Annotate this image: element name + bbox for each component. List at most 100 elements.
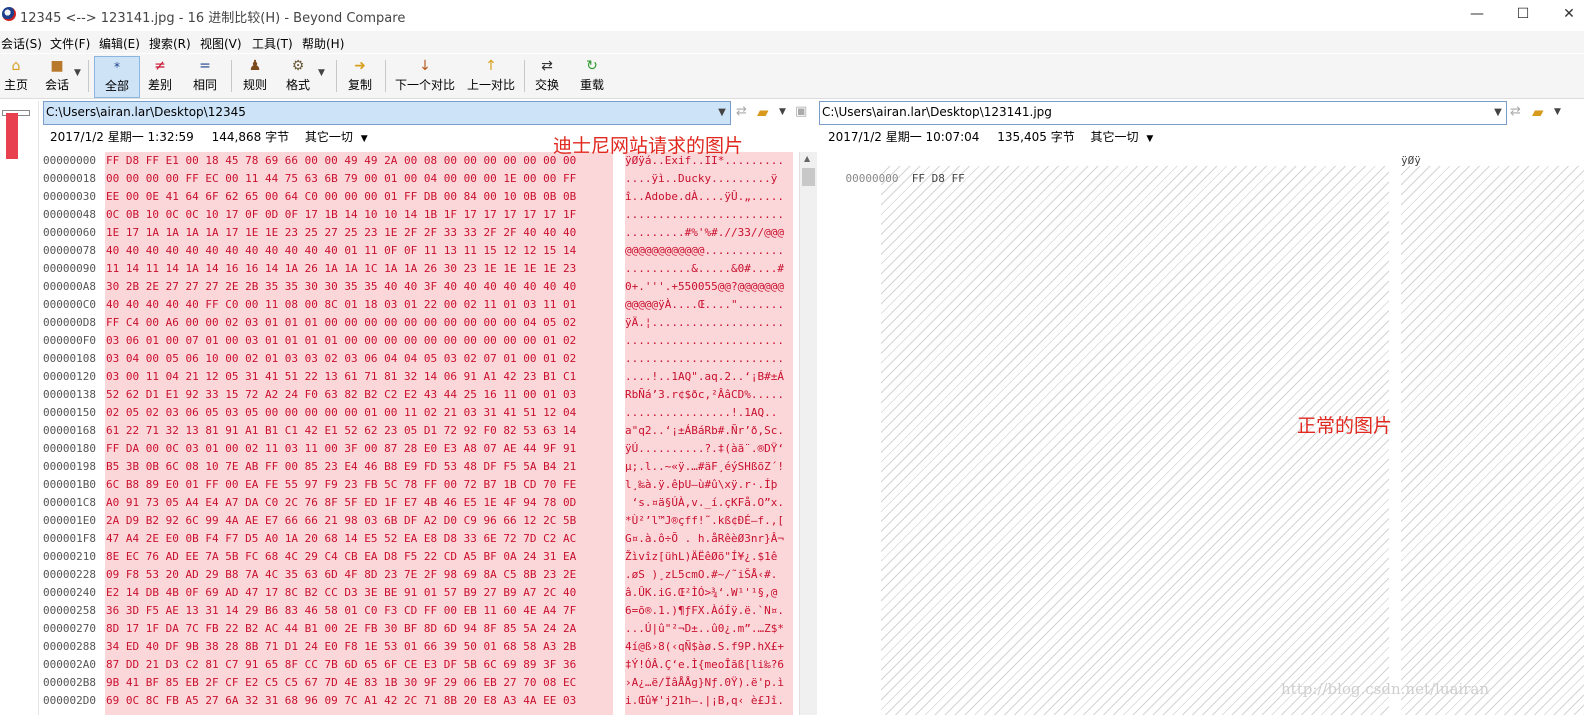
hex-address: 00000000: [43, 154, 96, 167]
home-button[interactable]: ⌂ 主页: [2, 56, 30, 96]
hex-row: 00000018 00 00 00 00 FF EC 00 11 44 75 63…: [43, 170, 576, 188]
hex-bytes: 02 05 02 03 06 05 03 05 00 00 00 00 00 0…: [106, 406, 577, 419]
right-annotation: 正常的图片: [1297, 415, 1393, 437]
hex-text: â.ÛK.i­G.Œ²ÌÓ>¾‘.W¹'¹§,@: [625, 586, 778, 599]
chevron-down-icon[interactable]: ▼: [1146, 134, 1153, 144]
hex-row: 00000258 36 3D F5 AE 13 31 14 29 B6 83 46…: [43, 602, 576, 620]
right-file-date: 2017/1/2 星期一 10:07:04: [828, 130, 980, 144]
rules-button[interactable]: ♟ 规则: [241, 56, 269, 96]
hex-bytes: 03 04 00 05 06 10 00 02 01 03 03 02 03 0…: [106, 352, 577, 365]
arrow-up-icon: ↑: [485, 58, 497, 74]
hex-text: RbÑá’3.r¢$ðc‚²ÂâCD%.....: [625, 388, 784, 401]
hex-bytes: 03 00 11 04 21 12 05 31 41 51 22 13 61 7…: [106, 370, 577, 383]
equals-icon: =: [199, 58, 211, 74]
hex-row: 00000090 11 14 11 14 1A 14 16 16 14 1A 26…: [43, 260, 576, 278]
hex-text: µ;.l..~«ÿ.…#äF¸éýSHßõZ´!: [625, 460, 784, 473]
hex-text: ÿØÿ: [1401, 154, 1421, 167]
left-other-dropdown[interactable]: 其它一切: [305, 130, 353, 144]
left-scroll-thumb[interactable]: [802, 168, 815, 186]
hex-row: 00000210 8E EC 76 AD EE 7A 5B FC 68 4C 29…: [43, 548, 576, 566]
hex-text: Žìv­îz[ühL)ÄËêØõ"Í¥¿.$1ê: [625, 550, 778, 563]
chevron-down-icon[interactable]: ▼: [779, 107, 786, 117]
prev-diff-button[interactable]: ↑ 上一对比: [466, 56, 516, 96]
hex-row: 00000228 09 F8 53 20 AD 29 B8 7A 4C 35 63…: [43, 566, 576, 584]
menu-help[interactable]: 帮助(H): [302, 35, 344, 52]
hex-bytes: EE 00 0E 41 64 6F 62 65 00 64 C0 00 00 0…: [106, 190, 577, 203]
hex-row: 000002D0 69 0C 8C FB A5 27 6A 32 31 68 96…: [43, 692, 576, 710]
hex-address: 00000030: [43, 190, 96, 203]
hex-bytes: 40 40 40 40 40 FF C0 00 11 08 00 8C 01 1…: [106, 298, 577, 311]
next-diff-button[interactable]: ↓ 下一个对比: [394, 56, 456, 96]
hex-address: 00000048: [43, 208, 96, 221]
hex-row: 000002A0 87 DD 21 D3 C2 81 C7 91 65 8F CC…: [43, 656, 576, 674]
arrow-down-icon: ↓: [419, 58, 431, 74]
hex-address: 00000288: [43, 640, 96, 653]
hex-text: ...Ú|û"²¬D±..û0¿.m”.…Z$*: [625, 622, 784, 635]
save-icon[interactable]: ▣: [795, 104, 807, 119]
hex-text: ................!.1AQ..: [625, 406, 778, 419]
hex-text: ÿÄ.¦....................: [625, 316, 784, 329]
menu-file[interactable]: 文件(F): [50, 35, 90, 52]
show-all-button[interactable]: * 全部: [94, 56, 140, 98]
show-diffs-label: 差别: [147, 78, 172, 92]
copy-button[interactable]: ➜ 复制: [346, 56, 374, 96]
session-dropdown-icon[interactable]: ▼: [74, 68, 81, 78]
format-dropdown-icon[interactable]: ▼: [318, 68, 325, 78]
hex-address: 00000168: [43, 424, 96, 437]
right-path-field[interactable]: C:\Users\airan.lar\Desktop\123141.jpg ▼: [819, 101, 1507, 125]
swap-sides-icon[interactable]: ⇄: [736, 104, 747, 119]
menu-tools[interactable]: 工具(T): [252, 35, 293, 52]
hex-bytes: 34 ED 40 DF 9B 38 28 8B 71 D1 24 E0 F8 1…: [106, 640, 577, 653]
hex-bytes: 09 F8 53 20 AD 29 B8 7A 4C 35 63 6D 4F 8…: [106, 568, 577, 581]
hex-row: 00000138 52 62 D1 E1 92 33 15 72 A2 24 F0…: [43, 386, 576, 404]
window-title: 12345 <--> 123141.jpg - 16 进制比较(H) - Bey…: [20, 11, 406, 26]
toolbar-separator: [385, 60, 386, 92]
folder-open-icon[interactable]: ▰: [757, 103, 769, 121]
left-path-field[interactable]: C:\Users\airan.lar\Desktop\12345 ▼: [43, 101, 731, 125]
hex-row: 000000F0 03 06 01 00 07 01 00 03 01 01 01…: [43, 332, 576, 350]
menu-search[interactable]: 搜索(R): [149, 35, 191, 52]
hex-text: î..Adobe.dÀ....ÿÛ.„.....: [625, 190, 784, 203]
close-button[interactable]: ✕: [1554, 4, 1584, 24]
right-hex-pane[interactable]: 00000000 FF D8 FF ÿØÿ: [819, 152, 1584, 715]
menu-edit[interactable]: 编辑(E): [99, 35, 140, 52]
menu-view[interactable]: 视图(V): [200, 35, 242, 52]
hex-bytes: 61 22 71 32 13 81 91 A1 B1 C1 42 E1 52 6…: [106, 424, 577, 437]
swap-label: 交换: [534, 78, 559, 92]
show-diffs-button[interactable]: ≠ 差别: [146, 56, 174, 96]
session-button[interactable]: ■ 会话: [42, 56, 72, 96]
hex-text: ..........&.....&0#....#: [625, 262, 784, 275]
folder-open-icon[interactable]: ▰: [1532, 103, 1544, 121]
minimize-button[interactable]: —: [1462, 4, 1492, 24]
show-same-button[interactable]: = 相同: [191, 56, 219, 96]
hex-row: 00000240 E2 14 DB 4B 0F 69 AD 47 17 8C B2…: [43, 584, 576, 602]
overview-gutter[interactable]: [0, 101, 39, 715]
hex-text: 4í@ß›8(‹qÑ$àø.S.f9P.hX£+: [625, 640, 784, 653]
right-other-dropdown[interactable]: 其它一切: [1091, 130, 1139, 144]
chevron-down-icon[interactable]: ▼: [714, 102, 730, 124]
hex-row: 00000168 61 22 71 32 13 81 91 A1 B1 C1 42…: [43, 422, 576, 440]
hex-bytes: 69 0C 8C FB A5 27 6A 32 31 68 96 09 7C A…: [106, 694, 577, 707]
hex-row: 00000000 FF D8 FF E1 00 18 45 78 69 66 00…: [43, 152, 576, 170]
chevron-down-icon[interactable]: ▼: [1554, 107, 1561, 117]
chevron-down-icon[interactable]: ▼: [1490, 102, 1506, 124]
session-label: 会话: [44, 78, 69, 92]
watermark: http://blog.csdn.net/luairan: [1281, 680, 1490, 698]
chevron-down-icon[interactable]: ▼: [361, 134, 368, 144]
hex-bytes: E2 14 DB 4B 0F 69 AD 47 17 8C B2 CC D3 3…: [106, 586, 577, 599]
scroll-up-icon[interactable]: ▲: [804, 154, 810, 163]
reload-button[interactable]: ↻ 重载: [578, 56, 606, 96]
swap-sides-icon[interactable]: ⇄: [1510, 104, 1521, 119]
menu-session[interactable]: 会话(S): [1, 35, 42, 52]
swap-button[interactable]: ⇄ 交换: [533, 56, 561, 96]
maximize-button[interactable]: ☐: [1508, 4, 1538, 24]
left-hex-pane[interactable]: 00000000 FF D8 FF E1 00 18 45 78 69 66 00…: [43, 152, 799, 715]
hex-address: 000001F8: [43, 532, 96, 545]
hex-row: 00000270 8D 17 1F DA 7C FB 22 B2 AC 44 B1…: [43, 620, 576, 638]
hex-bytes: 8E EC 76 AD EE 7A 5B FC 68 4C 29 C4 CB E…: [106, 550, 577, 563]
hex-text: .........#%'%#.//33//@@@: [625, 226, 784, 239]
format-button[interactable]: ⚙ 格式: [284, 56, 312, 96]
show-all-label: 全部: [104, 79, 129, 93]
hex-text: @@@@@ÿÀ....Œ....".......: [625, 298, 784, 311]
left-vertical-scrollbar[interactable]: ▲: [799, 152, 817, 715]
